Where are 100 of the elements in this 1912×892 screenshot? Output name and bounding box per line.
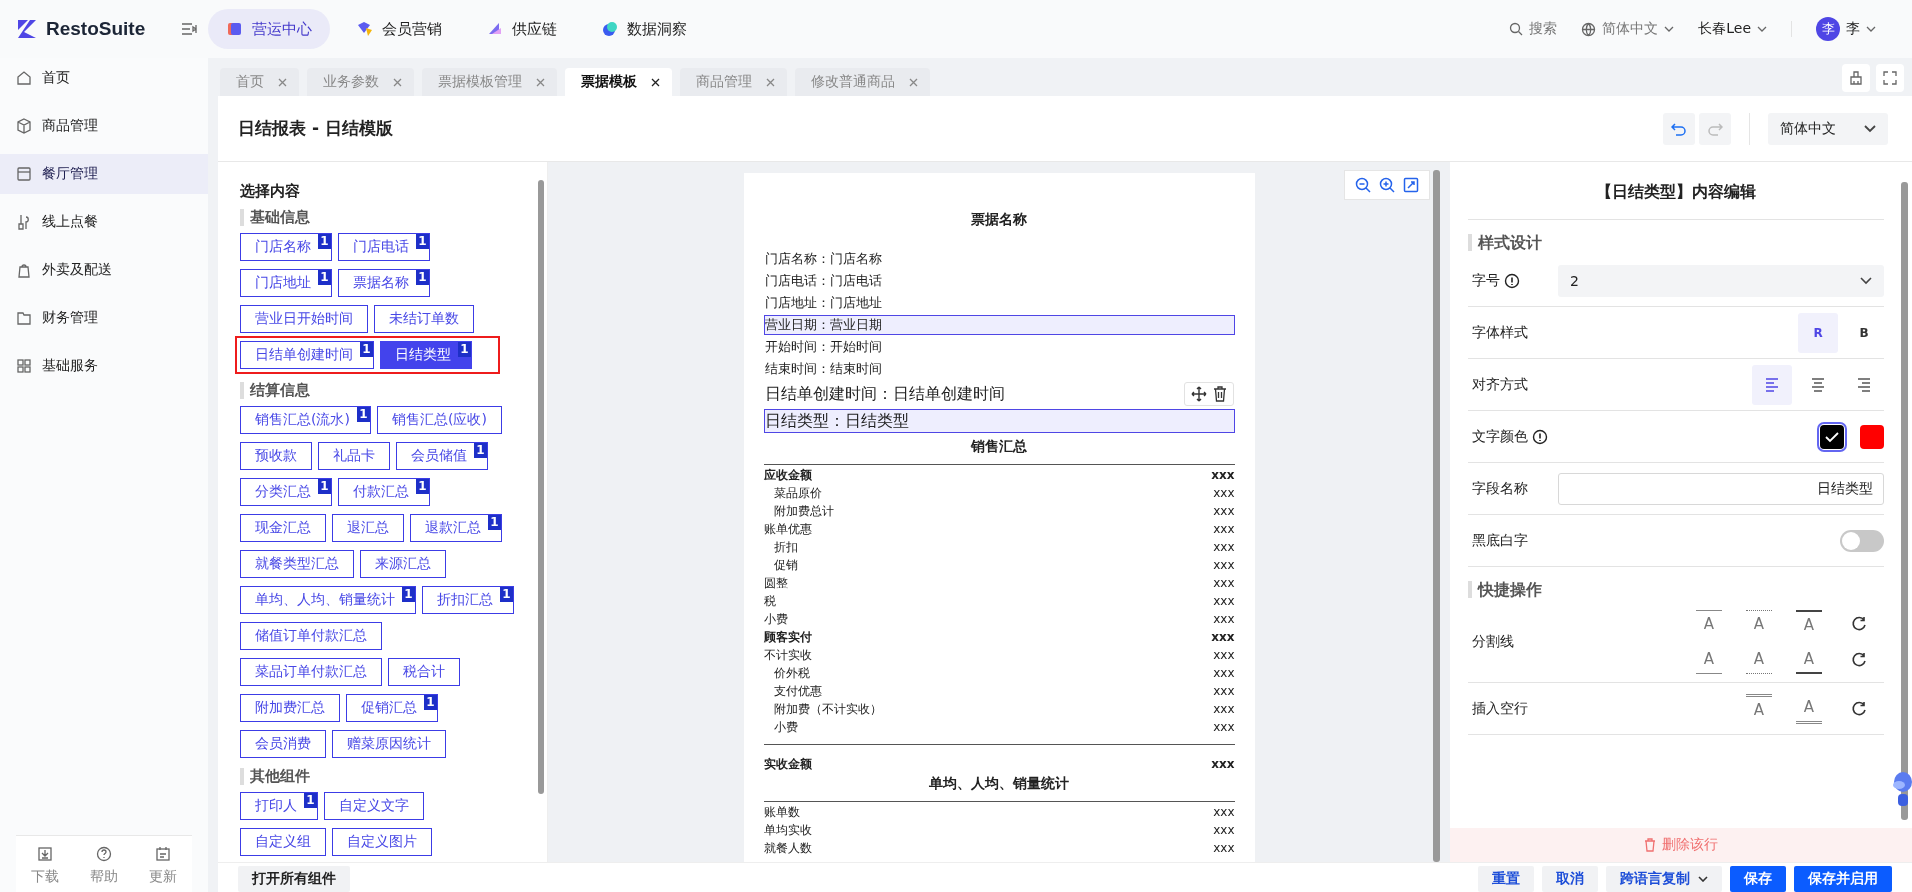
scrollbar[interactable]	[1901, 182, 1908, 820]
scrollbar[interactable]	[1433, 170, 1440, 862]
component-button[interactable]: 未结订单数	[374, 305, 474, 333]
component-button[interactable]: 门店电话 1	[338, 233, 430, 261]
footer-link[interactable]: 帮助	[90, 846, 118, 886]
sidebar-item[interactable]: 餐厅管理	[0, 154, 208, 194]
receipt-line[interactable]: 门店电话：门店电话	[763, 271, 1235, 291]
divider-style-button[interactable]: A	[1746, 646, 1772, 674]
blank-line-button[interactable]: A	[1796, 693, 1822, 724]
open-all-button[interactable]: 打开所有组件	[238, 866, 350, 892]
component-button[interactable]: 会员储值 1	[396, 442, 488, 470]
component-button[interactable]: 票据名称 1	[338, 269, 430, 297]
component-button[interactable]: 日结单创建时间 1	[240, 341, 374, 369]
receipt-line[interactable]: 开始时间：开始时间	[763, 337, 1235, 357]
divider-style-button[interactable]: A	[1696, 646, 1722, 674]
store-menu[interactable]: 长春Lee	[1698, 20, 1767, 38]
component-button[interactable]: 自定义图片	[332, 828, 432, 856]
receipt-line[interactable]: 门店名称：门店名称	[763, 249, 1235, 269]
sidebar-item[interactable]: 基础服务	[0, 346, 208, 386]
nav-tab[interactable]: 供应链	[468, 9, 575, 49]
receipt-value: xxx	[1213, 521, 1235, 538]
collapse-icon[interactable]	[181, 23, 198, 35]
component-button[interactable]: 税合计	[388, 658, 460, 686]
component-button[interactable]: 促销汇总 1	[346, 694, 438, 722]
receipt-line[interactable]: 结束时间：结束时间	[763, 359, 1235, 379]
zoom-out-icon[interactable]	[1355, 177, 1371, 193]
undo-button[interactable]	[1663, 112, 1695, 145]
component-button[interactable]: 营业日开始时间	[240, 305, 368, 333]
nav-tab[interactable]: 营运中心	[208, 9, 330, 49]
fullscreen-button[interactable]	[1876, 64, 1904, 92]
component-button[interactable]: 就餐类型汇总	[240, 550, 354, 578]
blank-line-button[interactable]: A	[1746, 693, 1772, 724]
undo-icon	[1671, 121, 1687, 136]
font-style-option[interactable]: B	[1844, 312, 1884, 353]
move-icon[interactable]	[1190, 386, 1207, 402]
toggle-switch[interactable]	[1840, 529, 1884, 552]
component-button[interactable]: 日结类型 1	[380, 341, 472, 369]
component-button[interactable]: 打印人 1	[240, 792, 318, 820]
reset-icon[interactable]	[1851, 616, 1867, 632]
trash-icon[interactable]	[1212, 386, 1227, 402]
size-select[interactable]: 2	[1558, 264, 1884, 297]
component-button[interactable]: 赠菜原因统计	[332, 730, 446, 758]
divider-style-button[interactable]: A	[1796, 646, 1822, 674]
component-button[interactable]: 单均、人均、销量统计 1	[240, 586, 416, 614]
footer-link[interactable]: 下载	[31, 846, 60, 886]
zoom-in-icon[interactable]	[1379, 177, 1395, 193]
clear-button[interactable]	[1842, 64, 1870, 92]
section-title: 基础信息	[240, 209, 533, 226]
align-option[interactable]	[1752, 364, 1792, 405]
sidebar-item[interactable]: 外卖及配送	[0, 250, 208, 290]
primary-button[interactable]: 保存并启用	[1794, 866, 1892, 892]
reset-icon[interactable]	[1851, 700, 1867, 717]
nav-tab[interactable]: 数据洞察	[583, 9, 705, 49]
component-button[interactable]: 付款汇总 1	[338, 478, 430, 506]
language-select[interactable]: 简体中文	[1768, 112, 1888, 145]
sidebar-item[interactable]: 线上点餐	[0, 202, 208, 242]
field-label: 文字颜色	[1472, 427, 1528, 446]
receipt-line[interactable]: 门店地址：门店地址	[763, 293, 1235, 313]
component-button[interactable]: 折扣汇总 1	[422, 586, 514, 614]
language-menu[interactable]: 简体中文	[1581, 20, 1675, 38]
divider-style-button[interactable]: A	[1796, 610, 1822, 638]
component-button[interactable]: 退汇总	[332, 514, 404, 542]
reset-icon[interactable]	[1851, 652, 1867, 668]
component-button[interactable]: 门店名称 1	[240, 233, 332, 261]
component-button[interactable]: 来源汇总	[360, 550, 446, 578]
dropdown-button[interactable]: 跨语言复制	[1606, 866, 1722, 892]
component-button[interactable]: 现金汇总	[240, 514, 326, 542]
color-swatch[interactable]	[1820, 424, 1844, 449]
component-button[interactable]: 门店地址 1	[240, 269, 332, 297]
component-button[interactable]: 分类汇总 1	[240, 478, 332, 506]
sidebar-item[interactable]: 财务管理	[0, 298, 208, 338]
footer-link[interactable]: 更新	[148, 846, 177, 886]
component-button[interactable]: 会员消费	[240, 730, 326, 758]
component-button[interactable]: 自定义组	[240, 828, 326, 856]
component-button[interactable]: 销售汇总(应收)	[376, 406, 502, 434]
component-button[interactable]: 自定义文字	[324, 792, 424, 820]
page-tab[interactable]: 票据模板	[565, 68, 672, 96]
component-button[interactable]: 菜品订单付款汇总	[240, 658, 382, 686]
sidebar-item[interactable]: 首页	[0, 58, 208, 98]
font-style-option[interactable]: R	[1798, 312, 1838, 353]
nav-tab[interactable]: 会员营销	[338, 9, 460, 49]
divider-style-button[interactable]: A	[1746, 610, 1772, 638]
component-button[interactable]: 退款汇总 1	[410, 514, 502, 542]
page-title: 日结报表 - 日结模版	[238, 117, 394, 140]
divider-style-button[interactable]: A	[1696, 610, 1722, 638]
primary-button[interactable]: 保存	[1730, 866, 1786, 892]
receipt-line[interactable]: 日结单创建时间：日结单创建时间	[764, 383, 1005, 405]
user-menu[interactable]: 李 李	[1816, 17, 1876, 41]
color-swatch[interactable]	[1860, 424, 1884, 449]
component-button[interactable]: 礼品卡	[318, 442, 390, 470]
component-button[interactable]: 销售汇总(流水) 1	[240, 406, 371, 434]
component-button[interactable]: 预收款	[240, 442, 312, 470]
secondary-button[interactable]: 取消	[1542, 866, 1598, 892]
component-button[interactable]: 储值订单付款汇总	[240, 622, 382, 650]
secondary-button[interactable]: 重置	[1478, 866, 1534, 892]
fit-screen-icon[interactable]	[1403, 177, 1419, 193]
field-name-input[interactable]: 日结类型	[1558, 472, 1884, 505]
sidebar-item[interactable]: 商品管理	[0, 106, 208, 146]
search-button[interactable]: 搜索	[1509, 20, 1558, 38]
component-button[interactable]: 附加费汇总	[240, 694, 340, 722]
